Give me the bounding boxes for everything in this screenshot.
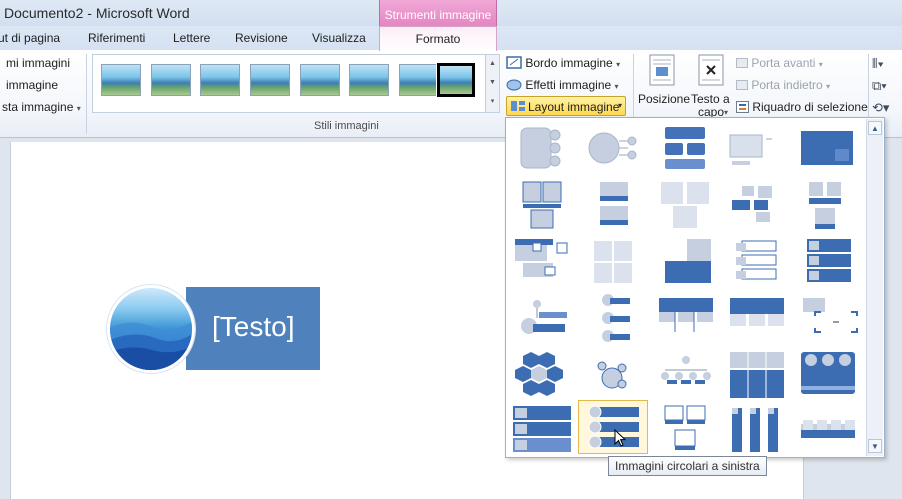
tab-lettere[interactable]: Lettere xyxy=(173,31,210,45)
layout-option[interactable] xyxy=(793,235,863,289)
ribbon-item-reimposta-immagine[interactable]: sta immagine ▾ xyxy=(2,100,81,114)
layout-option[interactable] xyxy=(722,404,792,458)
layout-immagine-button[interactable]: Layout immagine ▾ xyxy=(506,96,626,116)
porta-indietro-button[interactable]: Porta indietro ▾ xyxy=(736,78,830,92)
group-label-stili: Stili immagini xyxy=(314,120,379,132)
tab-revisione[interactable]: Revisione xyxy=(235,31,288,45)
layout-option[interactable] xyxy=(793,178,863,232)
layout-option-immagini-circolari-a-sinistra[interactable] xyxy=(578,400,648,454)
selection-pane-icon xyxy=(736,101,749,113)
effetti-immagine-button[interactable]: Effetti immagine ▾ xyxy=(506,78,619,92)
layout-option[interactable] xyxy=(793,292,863,346)
ribbon-item-immagini[interactable]: mi immagini xyxy=(6,56,70,70)
wrap-text-icon xyxy=(698,54,724,86)
layout-option[interactable] xyxy=(651,292,721,346)
layout-option[interactable] xyxy=(509,404,579,458)
send-backward-icon xyxy=(736,80,748,90)
scroll-up-icon[interactable]: ▲ xyxy=(487,55,498,73)
porta-avanti-button[interactable]: Porta avanti ▾ xyxy=(736,56,823,70)
layout-option[interactable] xyxy=(651,404,721,458)
picture-style-thumb[interactable] xyxy=(349,64,389,96)
picture-layout-icon xyxy=(511,101,525,111)
bring-forward-icon xyxy=(736,58,748,68)
layout-option[interactable] xyxy=(509,292,579,346)
picture-style-thumb[interactable] xyxy=(250,64,290,96)
dropdown-arrow-icon: ▾ xyxy=(618,101,623,110)
group-objects-icon[interactable]: ⧉▾ xyxy=(872,78,887,94)
layout-option[interactable] xyxy=(580,121,650,175)
layout-option[interactable] xyxy=(651,121,721,175)
layout-option[interactable] xyxy=(580,178,650,232)
scroll-down-icon[interactable]: ▼ xyxy=(868,439,882,453)
dropdown-arrow-icon: ▾ xyxy=(826,82,831,91)
layout-option[interactable] xyxy=(651,235,721,289)
layout-option[interactable] xyxy=(793,404,863,458)
layout-option[interactable] xyxy=(651,178,721,232)
dropdown-arrow-icon: ▾ xyxy=(818,60,823,69)
gallery-scrollbar[interactable]: ▲ ▼ xyxy=(866,119,883,456)
ribbon-item-immagine[interactable]: immagine xyxy=(6,78,58,92)
mountain-picture xyxy=(110,322,192,370)
position-icon xyxy=(649,54,675,86)
layout-option[interactable] xyxy=(580,292,650,346)
picture-style-thumb[interactable] xyxy=(200,64,240,96)
layout-option[interactable] xyxy=(580,235,650,289)
layout-option[interactable] xyxy=(793,348,863,402)
bordo-immagine-button[interactable]: Bordo immagine ▾ xyxy=(506,56,620,70)
picture-border-icon xyxy=(506,56,522,69)
dropdown-arrow-icon: ▾ xyxy=(724,108,729,117)
picture-style-thumb[interactable] xyxy=(399,64,439,96)
picture-styles-gallery xyxy=(92,54,486,113)
scroll-down-icon[interactable]: ▼ xyxy=(487,74,498,92)
layout-option[interactable] xyxy=(580,348,650,402)
dropdown-arrow-icon: ▾ xyxy=(76,104,81,113)
align-icon[interactable]: ⫴▾ xyxy=(872,56,884,72)
layout-option[interactable] xyxy=(509,235,579,289)
picture-effects-icon xyxy=(506,79,522,91)
tab-riferimenti[interactable]: Riferimenti xyxy=(88,31,145,45)
riquadro-selezione-button[interactable]: Riquadro di selezione xyxy=(736,100,868,114)
layout-option[interactable] xyxy=(722,292,792,346)
smartart-circular-picture[interactable] xyxy=(107,285,195,373)
picture-style-thumb[interactable] xyxy=(300,64,340,96)
gallery-more-icon[interactable]: ▾ xyxy=(487,93,498,111)
rotate-icon[interactable]: ⟲▾ xyxy=(872,100,889,116)
picture-style-thumb-selected[interactable] xyxy=(436,62,476,98)
dropdown-arrow-icon: ▾ xyxy=(616,60,621,69)
tab-formato[interactable]: Formato xyxy=(379,26,497,51)
layout-option[interactable] xyxy=(651,348,721,402)
tooltip: Immagini circolari a sinistra xyxy=(608,456,767,476)
layout-option[interactable] xyxy=(509,178,579,232)
layout-option[interactable] xyxy=(722,121,792,175)
layout-option[interactable] xyxy=(722,235,792,289)
contextual-tab-header: Strumenti immagine xyxy=(379,0,497,26)
layout-option[interactable] xyxy=(509,121,579,175)
gallery-scrollbar[interactable]: ▲ ▼ ▾ xyxy=(486,54,500,113)
group-divider xyxy=(86,54,87,134)
smartart-text-placeholder[interactable]: [Testo] xyxy=(212,311,294,343)
tab-visualizza[interactable]: Visualizza xyxy=(312,31,366,45)
tab-layout-pagina[interactable]: ut di pagina xyxy=(0,31,60,45)
dropdown-arrow-icon: ▾ xyxy=(614,82,619,91)
layout-option[interactable] xyxy=(722,178,792,232)
window-title: Documento2 - Microsoft Word xyxy=(4,5,190,21)
layout-option[interactable] xyxy=(722,348,792,402)
layout-option[interactable] xyxy=(793,121,863,175)
picture-style-thumb[interactable] xyxy=(101,64,141,96)
scroll-up-icon[interactable]: ▲ xyxy=(868,121,882,135)
layout-option[interactable] xyxy=(509,348,579,402)
picture-style-thumb[interactable] xyxy=(151,64,191,96)
mouse-pointer-icon xyxy=(614,429,627,447)
posizione-button[interactable]: Posizione xyxy=(636,54,690,118)
